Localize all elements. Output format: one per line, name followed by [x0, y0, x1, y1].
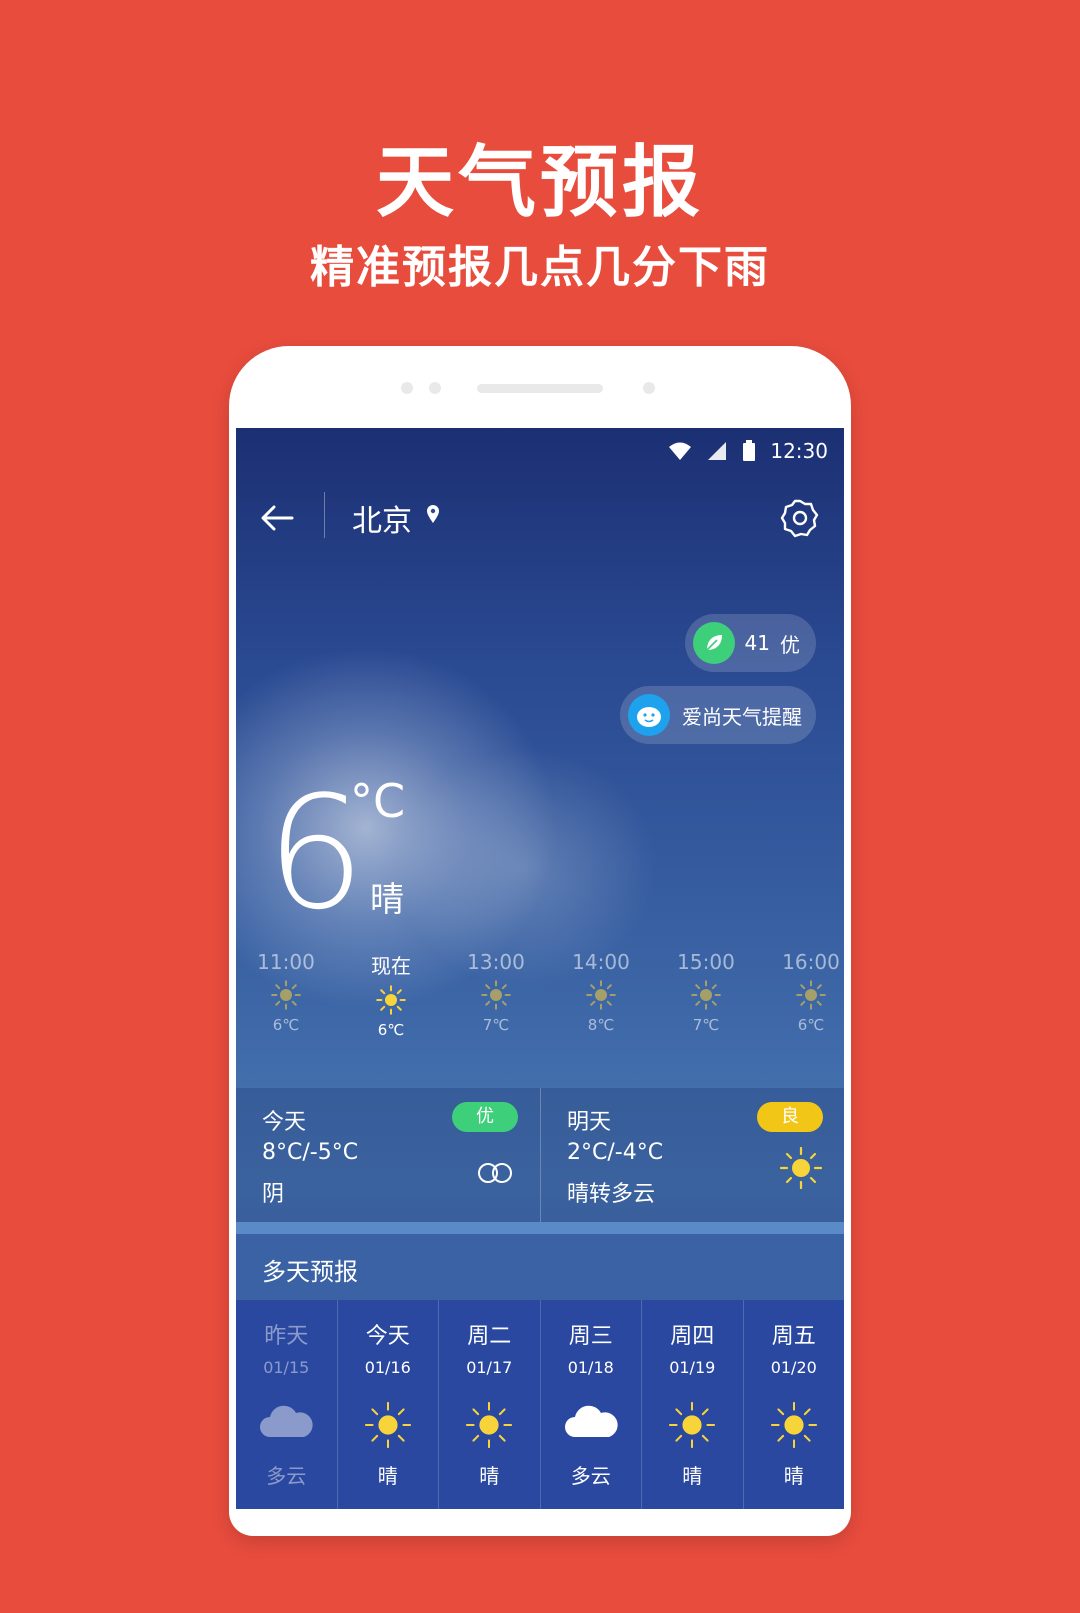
mascot-icon	[628, 694, 670, 736]
forecast-day[interactable]: 周三 01/18 多云	[541, 1300, 642, 1509]
hourly-item: 11:00 6℃	[236, 950, 336, 1034]
cloud-icon	[564, 1405, 618, 1437]
forecast-day-date: 01/18	[567, 1358, 614, 1377]
forecast-day[interactable]: 周四 01/19 晴	[642, 1300, 744, 1509]
city-name[interactable]: 北京	[352, 496, 412, 540]
hourly-item: 14:00 8℃	[551, 950, 651, 1034]
forecast-day-date: 01/16	[364, 1358, 411, 1377]
signal-icon	[708, 442, 727, 460]
hourly-item: 16:00 6℃	[761, 950, 844, 1034]
promo-title: 天气预报	[375, 138, 704, 228]
forecast-day-name: 周四	[670, 1324, 715, 1349]
sun-icon	[669, 1401, 716, 1449]
forecast-day-condition: 晴	[377, 1464, 398, 1488]
forecast-day-condition: 晴	[783, 1464, 804, 1488]
today-condition: 阴	[262, 1182, 285, 1207]
hourly-temp: 6℃	[377, 1021, 405, 1039]
today-aqi-badge: 优	[452, 1102, 518, 1132]
forecast-day-date: 01/17	[466, 1358, 513, 1377]
location-pin-icon	[427, 505, 439, 523]
tomorrow-aqi-badge: 良	[757, 1102, 823, 1132]
reminder-label: 爱尚天气提醒	[682, 704, 802, 729]
multi-day-header: 多天预报	[236, 1234, 844, 1300]
hourly-time: 15:00	[677, 950, 735, 974]
sun-icon	[691, 980, 721, 1010]
hourly-item: 现在 6℃	[341, 950, 441, 1039]
section-separator	[236, 1222, 844, 1234]
sun-icon	[770, 1401, 817, 1449]
forecast-day-name: 周三	[568, 1324, 613, 1349]
weather-reminder-button[interactable]: 爱尚天气提醒	[620, 686, 816, 744]
sun-icon	[376, 985, 406, 1015]
forecast-day-condition: 晴	[479, 1464, 500, 1488]
cloud-icon	[260, 1405, 313, 1437]
sun-icon	[481, 980, 511, 1010]
today-label: 今天	[262, 1110, 307, 1135]
forecast-day-condition: 晴	[682, 1464, 703, 1488]
forecast-day-name: 昨天	[264, 1324, 309, 1349]
top-bar: 北京	[236, 488, 844, 548]
forecast-day-date: 01/15	[263, 1358, 310, 1377]
hourly-time: 现在	[371, 954, 411, 978]
promo-subtitle: 精准预报几点几分下雨	[310, 242, 770, 293]
aqi-value: 41	[744, 631, 770, 655]
sensor-dot	[401, 382, 413, 394]
today-range: 8°C/-5°C	[262, 1140, 359, 1165]
hourly-time: 11:00	[257, 950, 315, 974]
sun-icon	[779, 1146, 823, 1190]
status-time: 12:30	[770, 439, 828, 463]
sun-icon	[466, 1401, 513, 1449]
hourly-item: 15:00 7℃	[656, 950, 756, 1034]
forecast-day[interactable]: 昨天 01/15 多云	[236, 1300, 338, 1509]
weather-screen: 12:30 北京 41 优 爱尚天气提醒 6 °C 晴 11:00 6℃ 现在 6…	[236, 428, 844, 1509]
forecast-day[interactable]: 周二 01/17 晴	[439, 1300, 541, 1509]
forecast-day-name: 今天	[365, 1324, 410, 1349]
tomorrow-range: 2°C/-4°C	[567, 1140, 664, 1165]
header-divider	[324, 492, 325, 538]
hourly-time: 16:00	[782, 950, 840, 974]
current-condition: 晴	[370, 880, 404, 920]
sensor-dot	[429, 382, 441, 394]
forecast-day-name: 周五	[771, 1324, 816, 1349]
hourly-time: 13:00	[467, 950, 525, 974]
sun-icon	[271, 980, 301, 1010]
multi-day-title: 多天预报	[262, 1258, 358, 1286]
multi-day-forecast[interactable]: 昨天 01/15 多云 今天 01/16 晴周二 01/17 晴周三 01/18 …	[236, 1300, 844, 1509]
tomorrow-summary[interactable]: 明天 2°C/-4°C 晴转多云 良	[540, 1088, 844, 1222]
hourly-item: 13:00 7℃	[446, 950, 546, 1034]
forecast-day[interactable]: 今天 01/16 晴	[338, 1300, 439, 1509]
tomorrow-label: 明天	[567, 1110, 612, 1135]
tomorrow-condition: 晴转多云	[567, 1182, 656, 1207]
hourly-temp: 6℃	[797, 1016, 825, 1034]
sun-icon	[364, 1401, 411, 1449]
wifi-icon	[669, 442, 692, 460]
forecast-day-date: 01/19	[669, 1358, 716, 1377]
forecast-day-condition: 多云	[570, 1464, 611, 1488]
hourly-temp: 7℃	[482, 1016, 510, 1034]
hourly-time: 14:00	[572, 950, 630, 974]
sun-icon	[586, 980, 616, 1010]
settings-gear-icon[interactable]	[780, 498, 820, 538]
forecast-day-condition: 多云	[266, 1464, 307, 1488]
today-summary[interactable]: 今天 8°C/-5°C 阴 优	[236, 1088, 540, 1222]
back-arrow-icon[interactable]	[258, 498, 298, 538]
battery-icon	[743, 440, 756, 461]
forecast-day[interactable]: 周五 01/20 晴	[744, 1300, 845, 1509]
forecast-day-name: 周二	[467, 1324, 512, 1349]
status-bar: 12:30	[668, 436, 828, 466]
sun-icon	[796, 980, 826, 1010]
two-day-summary: 今天 8°C/-5°C 阴 优 明天 2°C/-4°C 晴转多云 良	[236, 1088, 844, 1222]
camera-dot	[643, 382, 655, 394]
overcast-icon	[478, 1163, 512, 1183]
hourly-temp: 7℃	[692, 1016, 720, 1034]
aqi-button[interactable]: 41 优	[684, 614, 816, 672]
forecast-day-date: 01/20	[770, 1358, 817, 1377]
temperature-unit: °C	[350, 774, 406, 828]
hourly-temp: 6℃	[272, 1016, 300, 1034]
aqi-level: 优	[780, 632, 800, 657]
leaf-icon	[692, 622, 735, 664]
speaker	[477, 384, 603, 393]
hourly-temp: 8℃	[587, 1016, 615, 1034]
hourly-forecast[interactable]: 11:00 6℃ 现在 6℃ 13:00 7℃ 14:00 8℃ 15:00 7℃ 16:…	[236, 950, 844, 1050]
